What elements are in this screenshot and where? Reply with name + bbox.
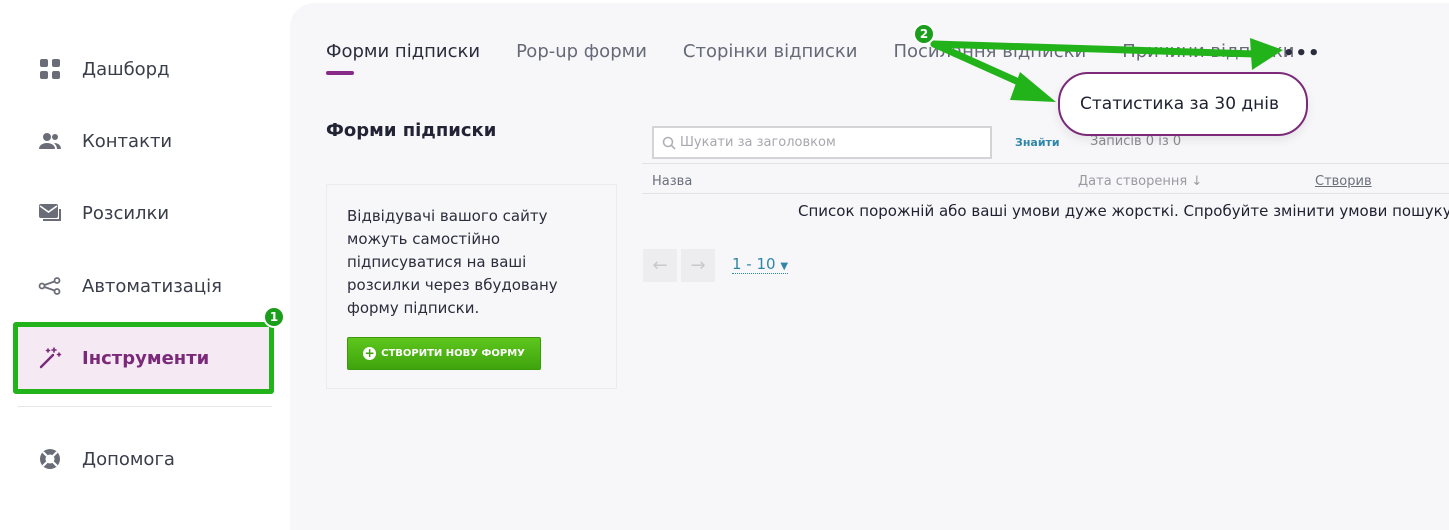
search-box — [652, 126, 992, 159]
mail-icon — [38, 201, 62, 225]
sidebar-item-help[interactable]: Допомога — [14, 424, 272, 494]
records-count: Записів 0 із 0 — [1090, 134, 1182, 149]
more-menu-button[interactable]: ••• — [1283, 43, 1321, 64]
automation-icon — [38, 274, 62, 298]
arrow-left-icon: ← — [652, 255, 668, 276]
tab-unsubscribe-pages[interactable]: Сторінки відписки — [683, 41, 858, 81]
sidebar: Дашборд Контакти Розсилки Автоматизація — [0, 0, 290, 530]
table-divider — [642, 163, 1449, 164]
magic-wand-icon — [38, 346, 62, 370]
column-header-author[interactable]: Створив — [1315, 174, 1372, 189]
tab-popup-forms[interactable]: Pop-up форми — [516, 41, 647, 81]
caret-down-icon: ▼ — [780, 261, 789, 272]
sidebar-item-label: Розсилки — [82, 202, 170, 224]
pager-prev-button[interactable]: ← — [643, 249, 677, 282]
help-lifebuoy-icon — [38, 447, 62, 471]
annotation-step-badge-2: 2 — [913, 23, 935, 45]
sidebar-item-dashboard[interactable]: Дашборд — [14, 34, 272, 104]
info-card: Відвідувачі вашого сайту можуть самостій… — [326, 184, 617, 389]
sidebar-item-label: Допомога — [82, 448, 175, 470]
sidebar-item-label: Дашборд — [82, 58, 170, 80]
page-size-dropdown[interactable]: 1 - 10 ▼ — [732, 255, 789, 274]
table-divider — [642, 193, 1449, 194]
search-icon — [662, 136, 676, 150]
sidebar-item-contacts[interactable]: Контакти — [14, 106, 272, 176]
create-form-button[interactable]: + СТВОРИТИ НОВУ ФОРМУ — [347, 337, 541, 370]
dashboard-grid-icon — [38, 57, 62, 81]
sidebar-item-label: Автоматизація — [82, 275, 222, 297]
app-page: Дашборд Контакти Розсилки Автоматизація — [0, 0, 1449, 530]
page-title: Форми підписки — [326, 120, 497, 141]
tab-subscription-forms[interactable]: Форми підписки — [326, 41, 480, 81]
arrow-right-icon: → — [690, 255, 706, 276]
search-input[interactable] — [680, 135, 980, 150]
stats-tooltip[interactable]: Статистика за 30 днів — [1058, 72, 1308, 136]
create-form-button-label: СТВОРИТИ НОВУ ФОРМУ — [381, 348, 525, 359]
sidebar-item-automation[interactable]: Автоматизація — [14, 251, 272, 321]
sidebar-item-tools[interactable]: Інструменти — [14, 323, 272, 393]
info-card-text: Відвідувачі вашого сайту можуть самостій… — [347, 207, 558, 317]
tab-unsubscribe-links[interactable]: Посилання відписки — [893, 41, 1086, 81]
plus-circle-icon: + — [363, 346, 377, 360]
sidebar-divider — [18, 406, 272, 407]
column-header-name[interactable]: Назва — [652, 174, 692, 189]
find-button[interactable]: Знайти — [1015, 136, 1060, 149]
sidebar-item-label: Інструменти — [82, 347, 210, 369]
sidebar-item-campaigns[interactable]: Розсилки — [14, 178, 272, 248]
empty-table-message: Список порожній або ваші умови дуже жорс… — [798, 202, 1449, 220]
sidebar-item-label: Контакти — [82, 130, 173, 152]
contacts-icon — [38, 129, 62, 153]
page-range-label: 1 - 10 — [732, 255, 776, 273]
column-header-created[interactable]: Дата створення ↓ — [1078, 174, 1202, 189]
pager-next-button[interactable]: → — [681, 249, 715, 282]
annotation-step-badge-1: 1 — [263, 306, 285, 328]
